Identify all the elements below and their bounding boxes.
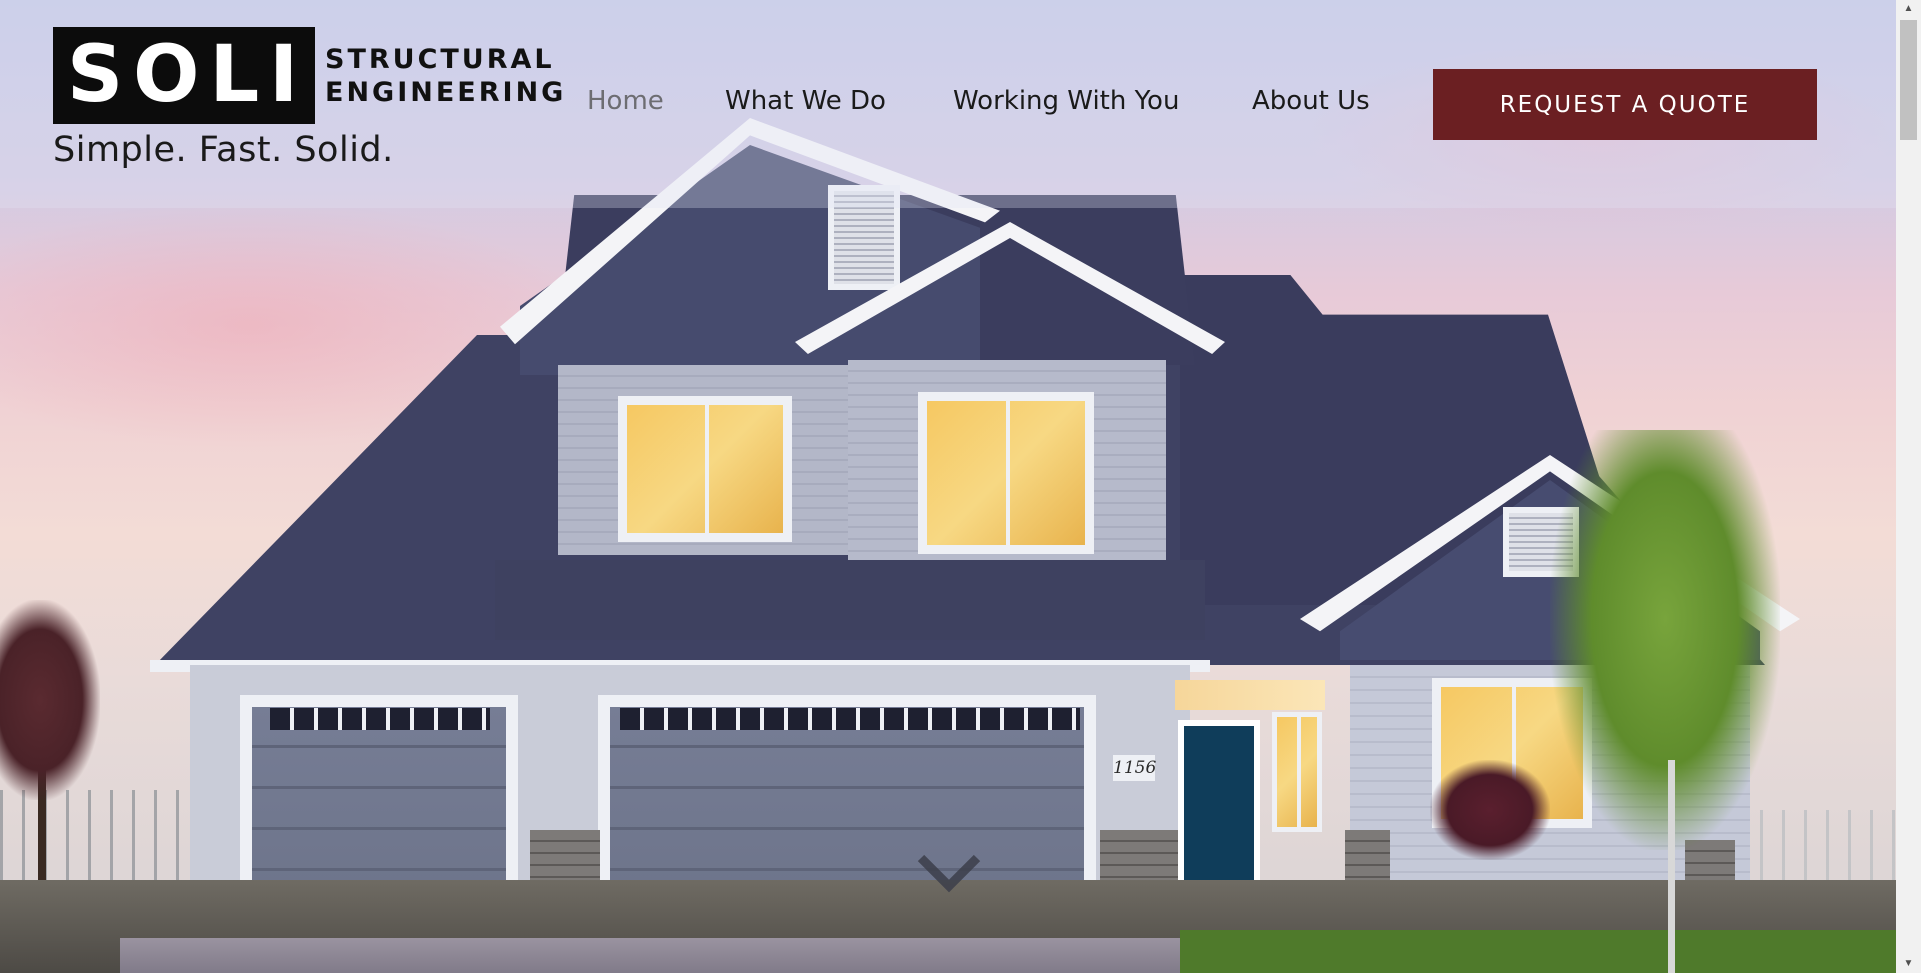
entry-light: [1175, 680, 1325, 710]
chevron-down-icon-graphic: [917, 854, 981, 893]
shrub: [1430, 760, 1550, 860]
lawn: [1180, 930, 1896, 973]
house-window: [618, 396, 792, 542]
house-window: [918, 392, 1094, 554]
driveway: [120, 938, 1180, 973]
nav-what-we-do[interactable]: What We Do: [725, 86, 886, 116]
tree: [1550, 430, 1780, 850]
fence: [0, 790, 200, 880]
address-plaque: 1156: [1113, 755, 1157, 781]
tree: [0, 600, 100, 800]
chevron-down-icon[interactable]: [917, 852, 981, 896]
nav-about-us[interactable]: About Us: [1252, 86, 1370, 116]
garage-window: [620, 708, 1080, 730]
nav-working-with-you[interactable]: Working With You: [953, 86, 1179, 116]
scroll-down-icon[interactable]: ▼: [1896, 955, 1921, 973]
door-sidelight: [1272, 712, 1322, 832]
logo-line-1: STRUCTURAL: [325, 43, 555, 75]
site-tagline: Simple. Fast. Solid.: [53, 130, 394, 170]
house-roof: [495, 560, 1205, 640]
tree-trunk: [1668, 760, 1675, 973]
logo-wordmark: STRUCTURAL ENGINEERING: [325, 43, 566, 109]
fence: [1760, 810, 1896, 890]
scroll-up-icon[interactable]: ▲: [1896, 0, 1921, 18]
request-quote-button[interactable]: REQUEST A QUOTE: [1433, 69, 1817, 140]
house-number: 1156: [1113, 758, 1157, 778]
logo-mark: SOLID: [53, 27, 315, 124]
nav-home[interactable]: Home: [587, 86, 664, 116]
garage-window: [270, 708, 490, 730]
logo-line-2: ENGINEERING: [325, 76, 567, 108]
page-scrollbar[interactable]: ▲ ▼: [1896, 0, 1921, 973]
scrollbar-thumb[interactable]: [1900, 20, 1917, 140]
site-logo[interactable]: SOLID STRUCTURAL ENGINEERING: [53, 27, 566, 124]
